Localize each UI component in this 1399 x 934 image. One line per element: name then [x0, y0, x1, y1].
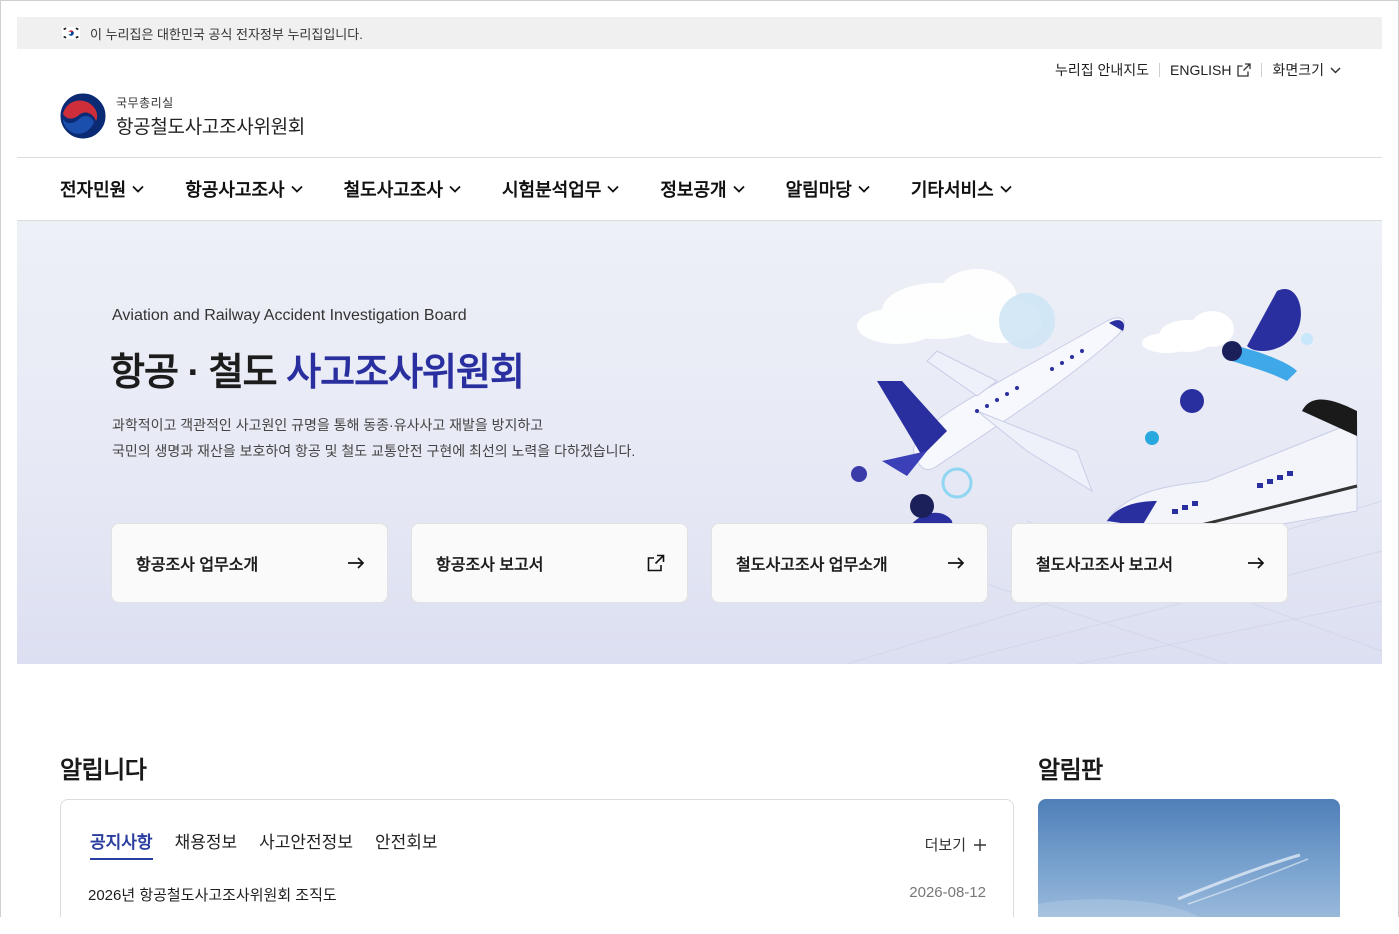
nav-label: 항공사고조사 [185, 180, 285, 200]
gov-banner-text: 이 누리집은 대한민국 공식 전자정부 누리집입니다. [90, 26, 363, 42]
card-aviation-intro[interactable]: 항공조사 업무소개 [111, 523, 388, 603]
nav-menu-disclosure[interactable]: 정보공개 [660, 176, 745, 202]
card-railway-intro[interactable]: 철도사고조사 업무소개 [711, 523, 988, 603]
nav-label: 알림마당 [785, 180, 852, 200]
nav-menu-test-analysis[interactable]: 시험분석업무 [502, 176, 619, 202]
person-illustration [1222, 289, 1313, 381]
sitemap-label: 누리집 안내지도 [1054, 62, 1149, 78]
notices-panel: 공지사항 채용정보 사고안전정보 안전회보 더보기 2026년 항공철도사고조사… [60, 799, 1014, 934]
card-label: 항공조사 보고서 [436, 557, 544, 574]
sky-image [1038, 853, 1309, 934]
chevron-down-icon [132, 185, 144, 193]
notices-tabs: 공지사항 채용정보 사고안전정보 안전회보 [90, 828, 438, 860]
chevron-down-icon [1330, 66, 1341, 74]
card-label: 철도사고조사 보고서 [1036, 557, 1173, 574]
nav-menu-notice[interactable]: 알림마당 [786, 176, 870, 202]
government-emblem-icon [60, 93, 106, 139]
chevron-down-icon [449, 185, 461, 193]
site-logo[interactable]: 국무총리실 항공철도사고조사위원회 [60, 93, 305, 139]
nav-menu-railway[interactable]: 철도사고조사 [344, 176, 461, 202]
hero-title: 항공 · 철도 사고조사위원회 [110, 341, 525, 396]
tab-accident-safety[interactable]: 사고안전정보 [259, 828, 353, 860]
tab-safety-bulletin[interactable]: 안전회보 [375, 828, 438, 860]
more-button[interactable]: 더보기 [925, 834, 986, 855]
english-link[interactable]: ENGLISH [1160, 62, 1261, 78]
chevron-down-icon [732, 185, 745, 193]
chevron-down-icon [1000, 185, 1012, 193]
nav-menu-aviation[interactable]: 항공사고조사 [185, 176, 303, 202]
hero-description: 과학적이고 객관적인 사고원인 규명을 통해 동종·유사사고 재발을 방지하고 … [112, 412, 635, 464]
gov-banner: 이 누리집은 대한민국 공식 전자정부 누리집입니다. [17, 17, 1382, 49]
nav-menu-e-petition[interactable]: 전자민원 [60, 176, 144, 202]
bubble [1145, 431, 1159, 445]
chevron-down-icon [607, 185, 619, 193]
utility-links: 누리집 안내지도 ENGLISH 화면크기 [1045, 60, 1341, 80]
card-aviation-report[interactable]: 항공조사 보고서 [411, 523, 688, 603]
card-label: 항공조사 업무소개 [136, 557, 259, 574]
bubble [1180, 389, 1204, 413]
nav-label: 전자민원 [60, 180, 127, 200]
hero-title-accent: 사고조사위원회 [286, 352, 525, 394]
notice-title: 2026년 항공철도사고조사위원회 조직도 [88, 887, 337, 904]
nav-menu-other-services[interactable]: 기타서비스 [911, 176, 1012, 202]
logo-ministry: 국무총리실 [116, 95, 174, 110]
nav-label: 철도사고조사 [343, 180, 443, 200]
nav-label: 정보공개 [660, 180, 727, 200]
cloud-icon [1142, 311, 1234, 353]
card-railway-report[interactable]: 철도사고조사 보고서 [1011, 523, 1288, 603]
more-label: 더보기 [924, 837, 966, 854]
external-link-icon [1237, 63, 1252, 77]
bubble [999, 293, 1055, 349]
board-title: 알림판 [1038, 757, 1103, 784]
logo-org-name: 항공철도사고조사위원회 [116, 116, 305, 138]
notice-date: 2026-08-12 [909, 884, 986, 901]
nav-label: 기타서비스 [910, 180, 994, 200]
external-link-icon [647, 554, 665, 572]
chevron-down-icon [858, 185, 870, 193]
english-label: ENGLISH [1170, 62, 1232, 78]
list-item[interactable]: 2026년 항공철도사고조사위원회 조직도 2026-08-12 [88, 884, 986, 905]
hero-desc-line: 과학적이고 객관적인 사고원인 규명을 통해 동종·유사사고 재발을 방지하고 [112, 417, 544, 433]
airplane-illustration [877, 317, 1125, 493]
sitemap-link[interactable]: 누리집 안내지도 [1045, 60, 1159, 80]
bubble [851, 466, 867, 482]
plus-icon [974, 838, 986, 851]
arrow-right-icon [948, 557, 965, 569]
arrow-right-icon [348, 557, 365, 569]
notices-title: 알립니다 [60, 757, 147, 784]
tab-notice[interactable]: 공지사항 [90, 828, 153, 860]
zoom-dropdown[interactable]: 화면크기 [1262, 60, 1341, 80]
tab-recruitment[interactable]: 채용정보 [175, 828, 238, 860]
hero-desc-line: 국민의 생명과 재산을 보호하여 항공 및 철도 교통안전 구현에 최선의 노력… [112, 443, 636, 459]
hero-english-title: Aviation and Railway Accident Investigat… [112, 307, 467, 324]
korean-flag-icon [62, 27, 80, 39]
zoom-label: 화면크기 [1272, 62, 1324, 78]
chevron-down-icon [290, 185, 303, 193]
hero-title-plain: 항공 · 철도 [110, 352, 278, 394]
nav-label: 시험분석업무 [501, 180, 602, 200]
hero-banner: Aviation and Railway Accident Investigat… [17, 221, 1382, 664]
arrow-right-icon [1248, 557, 1265, 569]
quick-cards: 항공조사 업무소개 항공조사 보고서 철도사고조사 업무소개 철도사고조사 보고… [111, 523, 1288, 603]
viewport-bottom-edge [0, 917, 1399, 934]
main-nav: 전자민원 항공사고조사 철도사고조사 시험분석업무 정보공개 알림마당 기타서비… [17, 157, 1382, 221]
card-label: 철도사고조사 업무소개 [736, 557, 888, 574]
board-image[interactable] [1038, 799, 1340, 934]
